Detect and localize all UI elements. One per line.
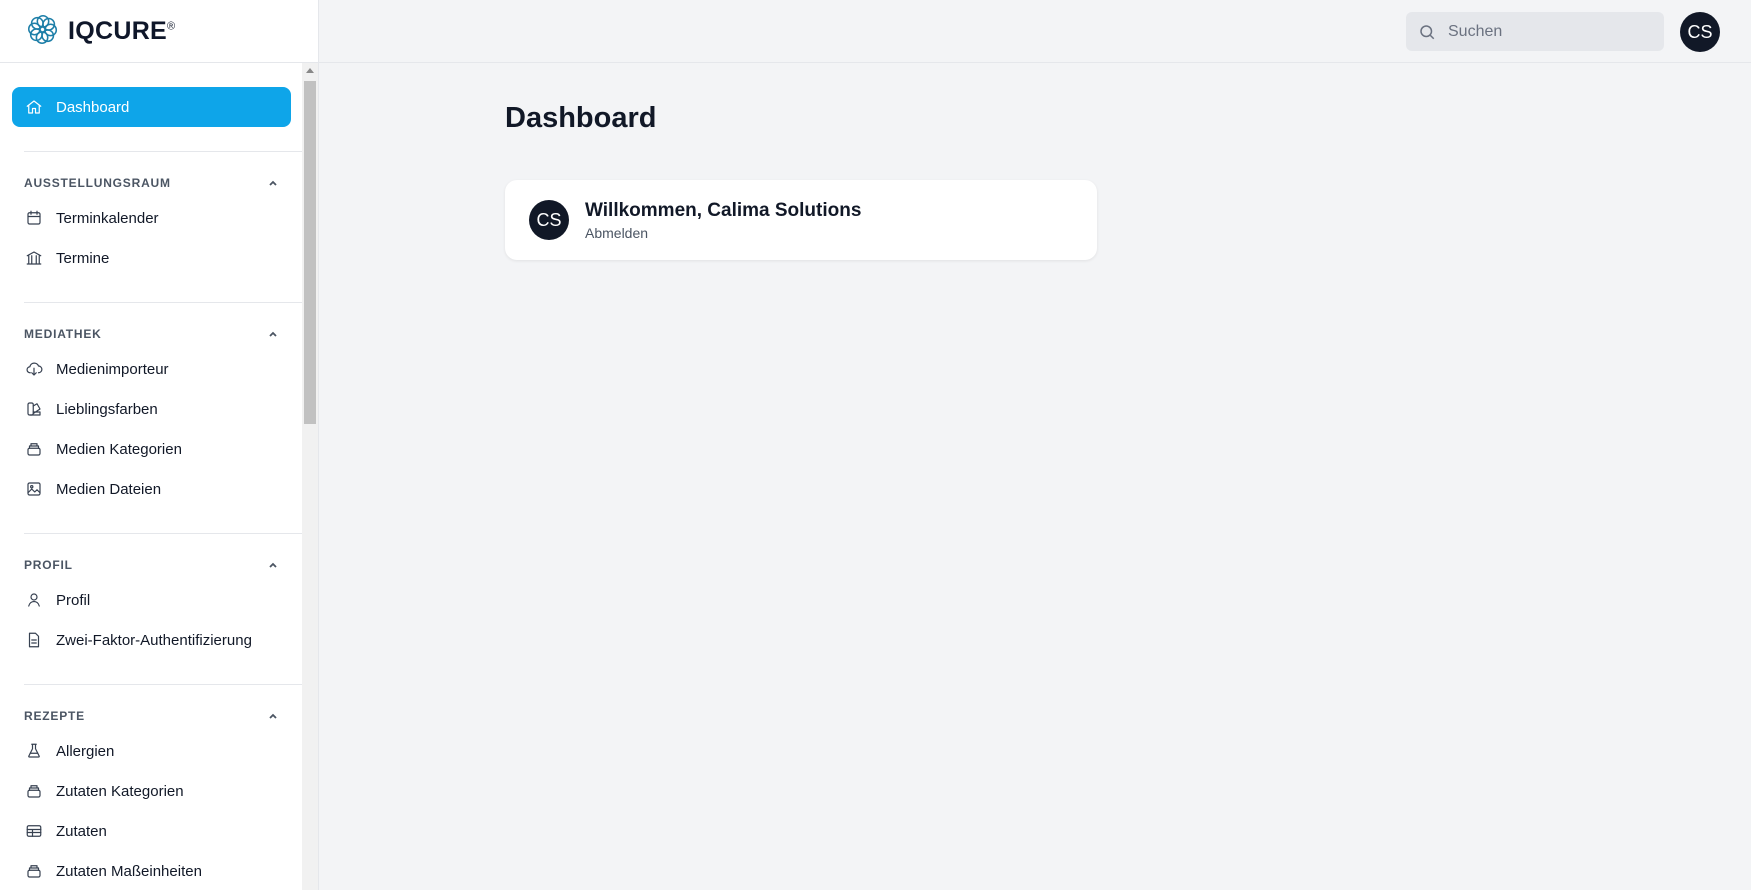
sidebar-nav: Dashboard AUSSTELLUNGSRAUM Terminkalende…: [0, 63, 303, 890]
sidebar-item-label: Termine: [56, 249, 110, 267]
home-icon: [24, 97, 44, 117]
divider: [24, 684, 303, 685]
avatar: CS: [529, 200, 569, 240]
image-icon: [24, 479, 44, 499]
welcome-card: CS Willkommen, Calima Solutions Abmelden: [505, 180, 1097, 260]
sidebar-item-zutaten-kategorien[interactable]: Zutaten Kategorien: [12, 771, 291, 811]
welcome-text: Willkommen, Calima Solutions Abmelden: [585, 200, 861, 241]
sidebar-item-label: Medien Kategorien: [56, 440, 182, 458]
divider: [24, 302, 303, 303]
sidebar-item-zwei-faktor[interactable]: Zwei-Faktor-Authentifizierung: [12, 620, 291, 660]
group-header-rezepte[interactable]: REZEPTE: [24, 705, 279, 727]
sidebar-item-label: Terminkalender: [56, 209, 159, 227]
sidebar-item-label: Dashboard: [56, 98, 130, 116]
stack-icon: [24, 439, 44, 459]
sidebar-item-label: Allergien: [56, 742, 115, 760]
scrollbar-thumb[interactable]: [304, 81, 316, 424]
divider: [24, 151, 303, 152]
stack-icon: [24, 861, 44, 881]
group-title: AUSSTELLUNGSRAUM: [24, 176, 171, 190]
group-header-ausstellungsraum[interactable]: AUSSTELLUNGSRAUM: [24, 172, 279, 194]
group-title: PROFIL: [24, 558, 73, 572]
sidebar-scrollbar[interactable]: [302, 63, 318, 890]
sidebar-item-medien-dateien[interactable]: Medien Dateien: [12, 469, 291, 509]
sidebar: IQCURE® Dashboard AUSSTELLUNGSRAUM Termi…: [0, 0, 319, 890]
logout-link[interactable]: Abmelden: [585, 225, 861, 241]
iqcure-logo-icon: [24, 10, 62, 53]
sidebar-item-label: Zwei-Faktor-Authentifizierung: [56, 631, 252, 649]
brand[interactable]: IQCURE®: [0, 0, 318, 63]
sidebar-item-label: Medien Dateien: [56, 480, 162, 498]
sidebar-item-termine[interactable]: Termine: [12, 238, 291, 278]
sidebar-item-label: Zutaten Maßeinheiten: [56, 862, 202, 880]
cloud-download-icon: [24, 359, 44, 379]
group-title: REZEPTE: [24, 709, 85, 723]
search-box[interactable]: [1406, 12, 1664, 51]
group-title: MEDIATHEK: [24, 327, 102, 341]
chevron-up-icon: [267, 177, 279, 189]
sidebar-item-profil[interactable]: Profil: [12, 580, 291, 620]
sidebar-item-terminkalender[interactable]: Terminkalender: [12, 198, 291, 238]
sidebar-item-label: Zutaten Kategorien: [56, 782, 184, 800]
search-icon: [1418, 23, 1436, 41]
chevron-up-icon: [267, 559, 279, 571]
sidebar-item-medienimporteur[interactable]: Medienimporteur: [12, 349, 291, 389]
user-icon: [24, 590, 44, 610]
chevron-up-icon: [267, 328, 279, 340]
sidebar-item-label: Medienimporteur: [56, 360, 169, 378]
brand-name: IQCURE®: [68, 16, 176, 45]
user-avatar-button[interactable]: CS: [1680, 12, 1720, 52]
divider: [24, 533, 303, 534]
sidebar-item-lieblingsfarben[interactable]: Lieblingsfarben: [12, 389, 291, 429]
search-input[interactable]: [1446, 21, 1650, 42]
table-icon: [24, 821, 44, 841]
sidebar-item-label: Zutaten: [56, 822, 107, 840]
group-header-mediathek[interactable]: MEDIATHEK: [24, 323, 279, 345]
sidebar-item-label: Profil: [56, 591, 91, 609]
calendar-icon: [24, 208, 44, 228]
sidebar-item-dashboard[interactable]: Dashboard: [12, 87, 291, 127]
stack-icon: [24, 781, 44, 801]
sidebar-item-medien-kategorien[interactable]: Medien Kategorien: [12, 429, 291, 469]
sidebar-item-zutaten[interactable]: Zutaten: [12, 811, 291, 851]
scroll-up-arrow-icon[interactable]: [306, 68, 314, 73]
page-title: Dashboard: [505, 102, 657, 134]
document-icon: [24, 630, 44, 650]
beaker-icon: [24, 741, 44, 761]
welcome-title: Willkommen, Calima Solutions: [585, 199, 862, 221]
sidebar-item-zutaten-masseinheiten[interactable]: Zutaten Maßeinheiten: [12, 851, 291, 890]
swatch-icon: [24, 399, 44, 419]
building-icon: [24, 248, 44, 268]
sidebar-item-label: Lieblingsfarben: [56, 400, 158, 418]
sidebar-item-allergien[interactable]: Allergien: [12, 731, 291, 771]
group-header-profil[interactable]: PROFIL: [24, 554, 279, 576]
chevron-up-icon: [267, 710, 279, 722]
